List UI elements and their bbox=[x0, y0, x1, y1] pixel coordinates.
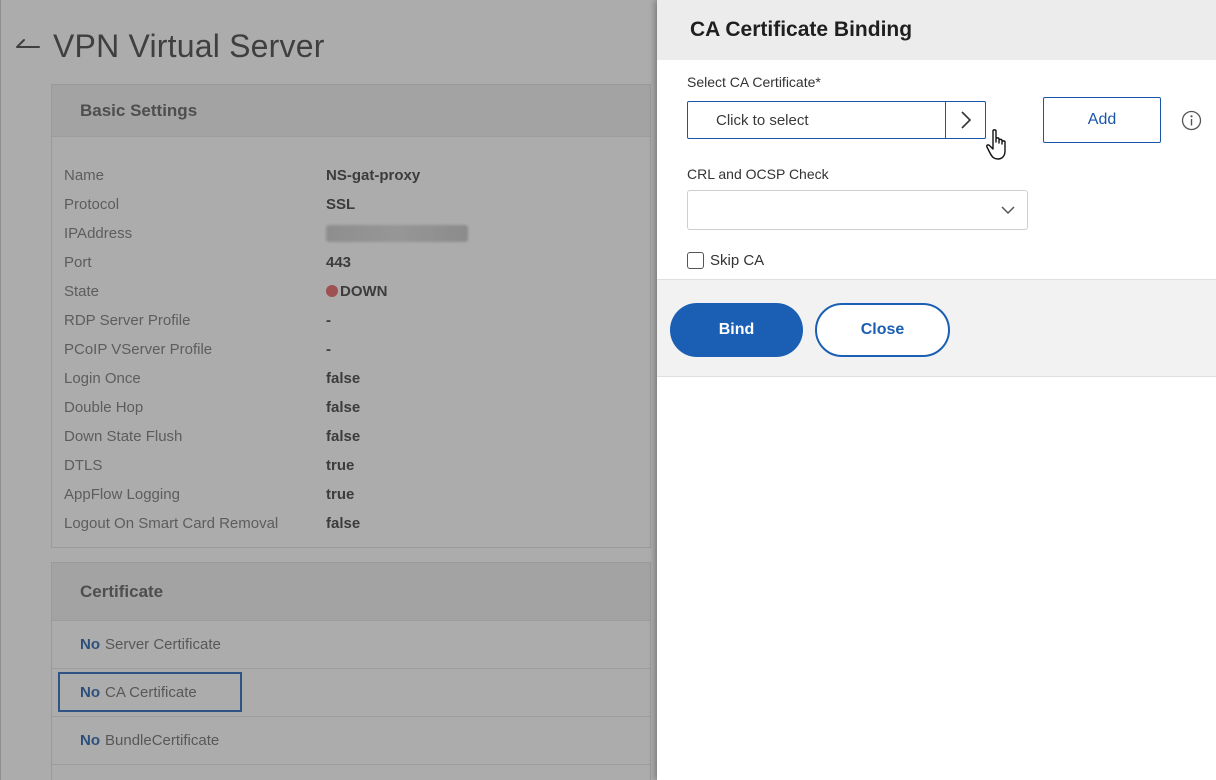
close-button[interactable]: Close bbox=[815, 303, 950, 357]
dialog-footer: Bind Close bbox=[657, 279, 1216, 377]
modal-overlay[interactable] bbox=[0, 0, 657, 780]
select-ca-certificate-input[interactable] bbox=[688, 102, 945, 138]
skip-ca-label: Skip CA bbox=[710, 252, 765, 269]
skip-ca-option[interactable]: Skip CA bbox=[687, 252, 764, 269]
info-icon[interactable] bbox=[1181, 110, 1202, 131]
select-ca-certificate-field[interactable] bbox=[687, 101, 986, 139]
skip-ca-checkbox[interactable] bbox=[687, 252, 704, 269]
crl-ocsp-check-label: CRL and OCSP Check bbox=[687, 166, 829, 182]
chevron-down-icon bbox=[1001, 205, 1015, 214]
select-ca-certificate-chevron-button[interactable] bbox=[945, 102, 985, 138]
chevron-right-icon bbox=[960, 111, 971, 129]
add-ca-certificate-button[interactable]: Add bbox=[1043, 97, 1161, 143]
hand-pointer-cursor-icon bbox=[986, 129, 1006, 160]
select-ca-certificate-label: Select CA Certificate* bbox=[687, 74, 821, 90]
dialog-header: CA Certificate Binding bbox=[657, 0, 1216, 60]
ca-certificate-binding-dialog: CA Certificate Binding Select CA Certifi… bbox=[657, 0, 1216, 780]
crl-ocsp-check-select[interactable] bbox=[687, 190, 1028, 230]
bind-button[interactable]: Bind bbox=[670, 303, 803, 357]
dialog-title: CA Certificate Binding bbox=[690, 18, 913, 41]
